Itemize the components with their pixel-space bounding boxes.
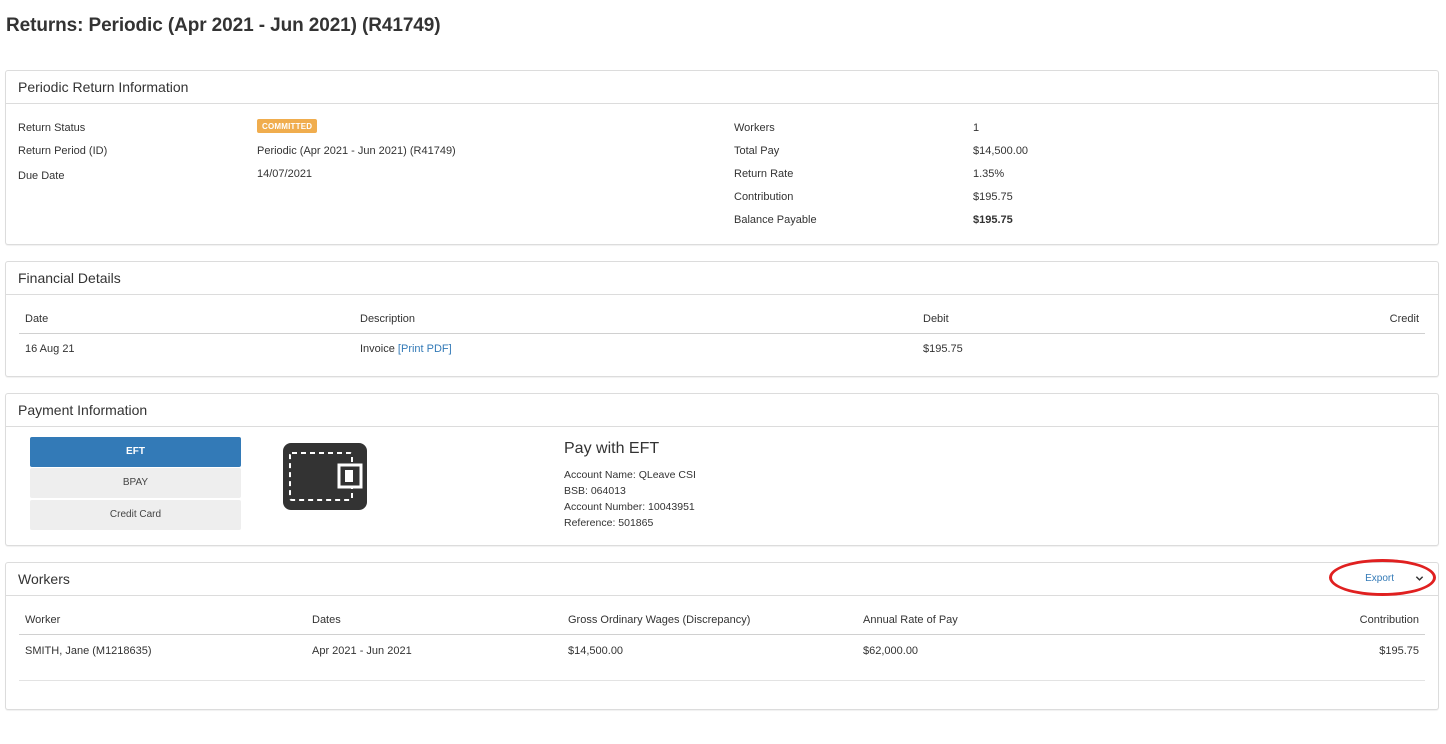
column-dates: Dates bbox=[312, 614, 341, 626]
account-number: Account Number: 10043951 bbox=[564, 501, 695, 513]
balance-payable-label: Balance Payable bbox=[734, 214, 817, 226]
reference: Reference: 501865 bbox=[564, 517, 654, 529]
row-annual-rate: $62,000.00 bbox=[863, 645, 919, 657]
column-gross-wages: Gross Ordinary Wages (Discrepancy) bbox=[568, 614, 751, 626]
return-period-label: Return Period (ID) bbox=[18, 145, 108, 157]
row-contribution: $195.75 bbox=[1379, 645, 1419, 657]
row-debit: $195.75 bbox=[923, 343, 963, 355]
row-dates: Apr 2021 - Jun 2021 bbox=[312, 645, 412, 657]
workers-heading-text: Workers bbox=[18, 571, 70, 587]
credit-card-button[interactable]: Credit Card bbox=[30, 500, 241, 530]
eft-button[interactable]: EFT bbox=[30, 437, 241, 467]
total-pay-label: Total Pay bbox=[734, 145, 780, 157]
account-name: Account Name: QLeave CSI bbox=[564, 469, 696, 481]
row-description: Invoice [Print PDF] bbox=[360, 343, 452, 355]
table-divider bbox=[19, 680, 1425, 681]
financial-details-panel: Financial Details Date Description Debit… bbox=[5, 261, 1439, 377]
contribution-value: $195.75 bbox=[973, 191, 1013, 203]
return-period-value: Periodic (Apr 2021 - Jun 2021) (R41749) bbox=[257, 145, 456, 157]
wallet-icon bbox=[281, 441, 369, 515]
status-badge: COMMITTED bbox=[257, 119, 318, 133]
return-rate-label: Return Rate bbox=[734, 168, 794, 180]
workers-heading: Workers Export bbox=[6, 559, 1438, 596]
column-debit: Debit bbox=[923, 313, 949, 325]
column-description: Description bbox=[360, 313, 416, 325]
column-worker: Worker bbox=[25, 614, 61, 626]
column-credit: Credit bbox=[1389, 313, 1419, 325]
balance-payable-value: $195.75 bbox=[973, 214, 1013, 226]
return-info-panel: Periodic Return Information Return Statu… bbox=[5, 70, 1439, 245]
financial-table-header: Date Description Debit Credit bbox=[19, 304, 1425, 334]
workers-count-label: Workers bbox=[734, 122, 775, 134]
row-worker: SMITH, Jane (M1218635) bbox=[25, 645, 152, 657]
return-info-heading: Periodic Return Information bbox=[6, 71, 1438, 104]
bpay-button[interactable]: BPAY bbox=[30, 468, 241, 498]
column-annual-rate: Annual Rate of Pay bbox=[863, 614, 958, 626]
return-rate-value: 1.35% bbox=[973, 168, 1005, 180]
workers-panel: Workers Export Worker Dates Gross Ordina… bbox=[5, 559, 1439, 710]
export-button[interactable]: Export bbox=[1365, 563, 1394, 595]
due-date-value: 14/07/2021 bbox=[257, 168, 313, 180]
return-status-label: Return Status bbox=[18, 122, 86, 134]
contribution-label: Contribution bbox=[734, 191, 794, 203]
row-description-text: Invoice bbox=[360, 343, 395, 355]
pay-method-title: Pay with EFT bbox=[564, 440, 660, 457]
chevron-down-icon[interactable] bbox=[1415, 563, 1424, 593]
financial-details-heading: Financial Details bbox=[6, 262, 1438, 295]
due-date-label: Due Date bbox=[18, 170, 65, 182]
workers-count-value: 1 bbox=[973, 122, 980, 134]
bsb: BSB: 064013 bbox=[564, 485, 626, 497]
total-pay-value: $14,500.00 bbox=[973, 145, 1029, 157]
row-date: 16 Aug 21 bbox=[25, 343, 75, 355]
page-title: Returns: Periodic (Apr 2021 - Jun 2021) … bbox=[6, 15, 441, 36]
workers-table-header: Worker Dates Gross Ordinary Wages (Discr… bbox=[19, 605, 1425, 635]
print-pdf-link[interactable]: [Print PDF] bbox=[398, 343, 452, 355]
column-date: Date bbox=[25, 313, 49, 325]
row-gross-wages: $14,500.00 bbox=[568, 645, 624, 657]
payment-info-panel: Payment Information EFT BPAY Credit Card… bbox=[5, 393, 1439, 546]
column-contribution: Contribution bbox=[1359, 614, 1419, 626]
payment-info-heading: Payment Information bbox=[6, 394, 1438, 427]
